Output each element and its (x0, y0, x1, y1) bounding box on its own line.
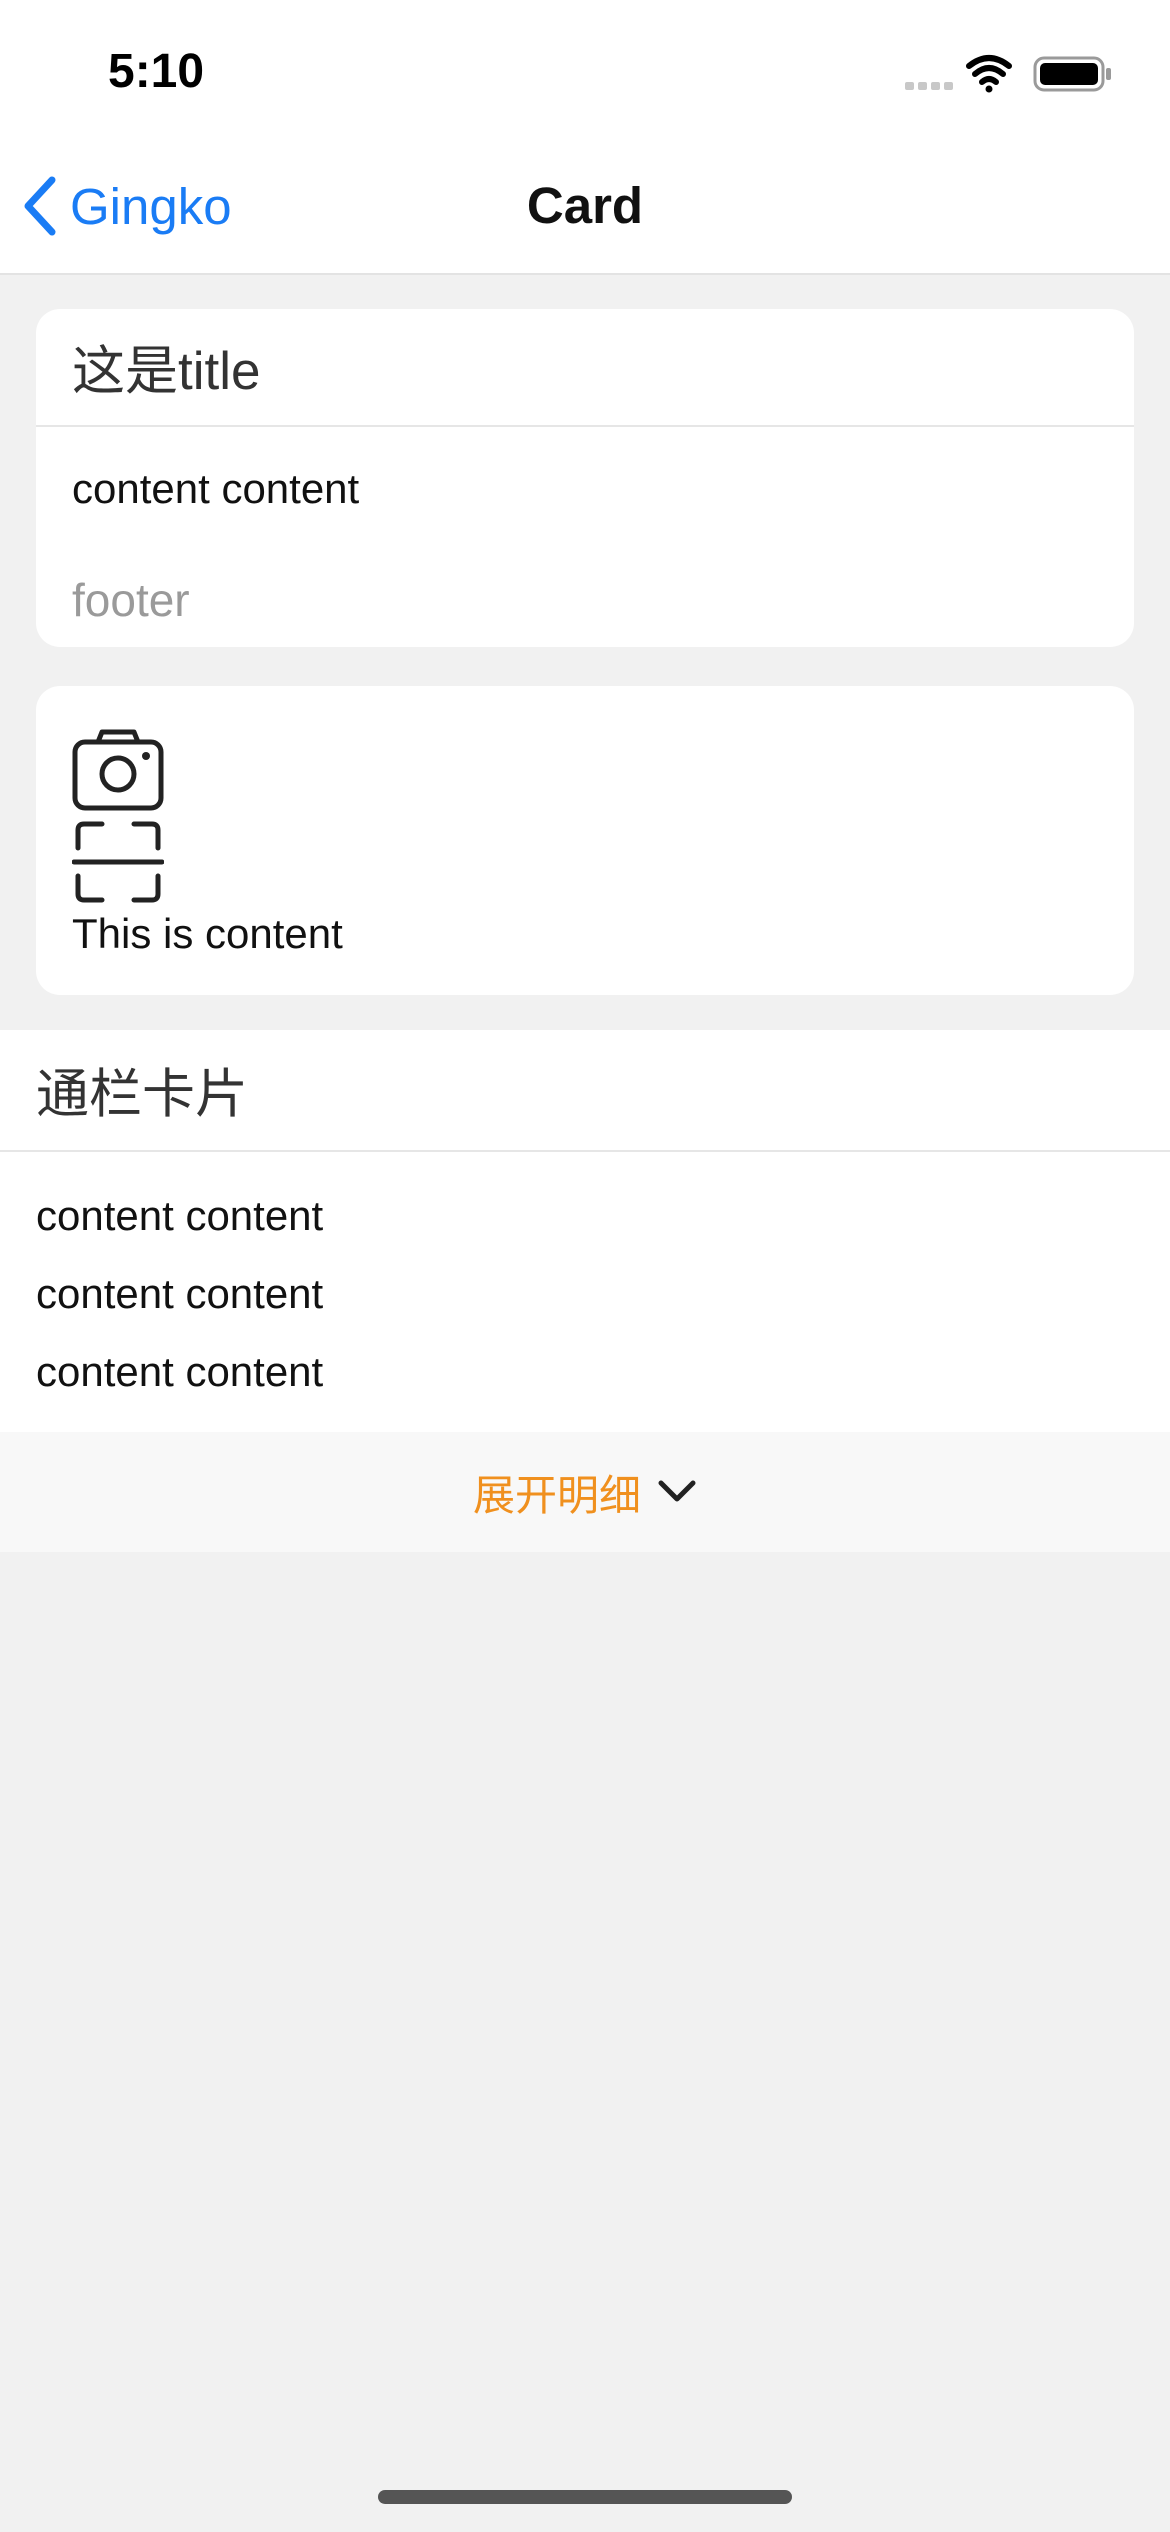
card-footer: footer (72, 574, 190, 626)
banner-card-title: 通栏卡片 (0, 1030, 1170, 1152)
expand-details-label: 展开明细 (472, 1471, 641, 1519)
navigation-bar: Gingko Card (0, 140, 1170, 275)
icon-card: This is content (36, 686, 1134, 995)
camera-icon (72, 729, 164, 811)
status-time: 5:10 (108, 45, 205, 98)
content-line: content content (36, 1270, 324, 1317)
battery-icon (1033, 56, 1111, 92)
card-content: content content (72, 465, 360, 512)
home-indicator[interactable] (378, 2490, 792, 2504)
chevron-down-icon (658, 1480, 696, 1502)
status-bar: 5:10 (0, 0, 1170, 140)
wifi-icon (966, 55, 1012, 93)
expand-details-button[interactable]: 展开明细 (0, 1432, 1170, 1552)
content-line: content content (36, 1192, 324, 1239)
card-title: 这是title (36, 309, 1134, 427)
basic-card: 这是title content content footer (36, 309, 1134, 647)
content-line: content content (36, 1348, 324, 1395)
page-title: Card (526, 177, 644, 234)
banner-card-content: content content content content content … (36, 1186, 323, 1420)
card-content: This is content (72, 910, 343, 957)
cellular-signal-icon (905, 82, 953, 90)
scan-icon (72, 821, 164, 903)
banner-card: 通栏卡片 content content content content con… (0, 1030, 1170, 1552)
status-icons (905, 55, 1111, 93)
